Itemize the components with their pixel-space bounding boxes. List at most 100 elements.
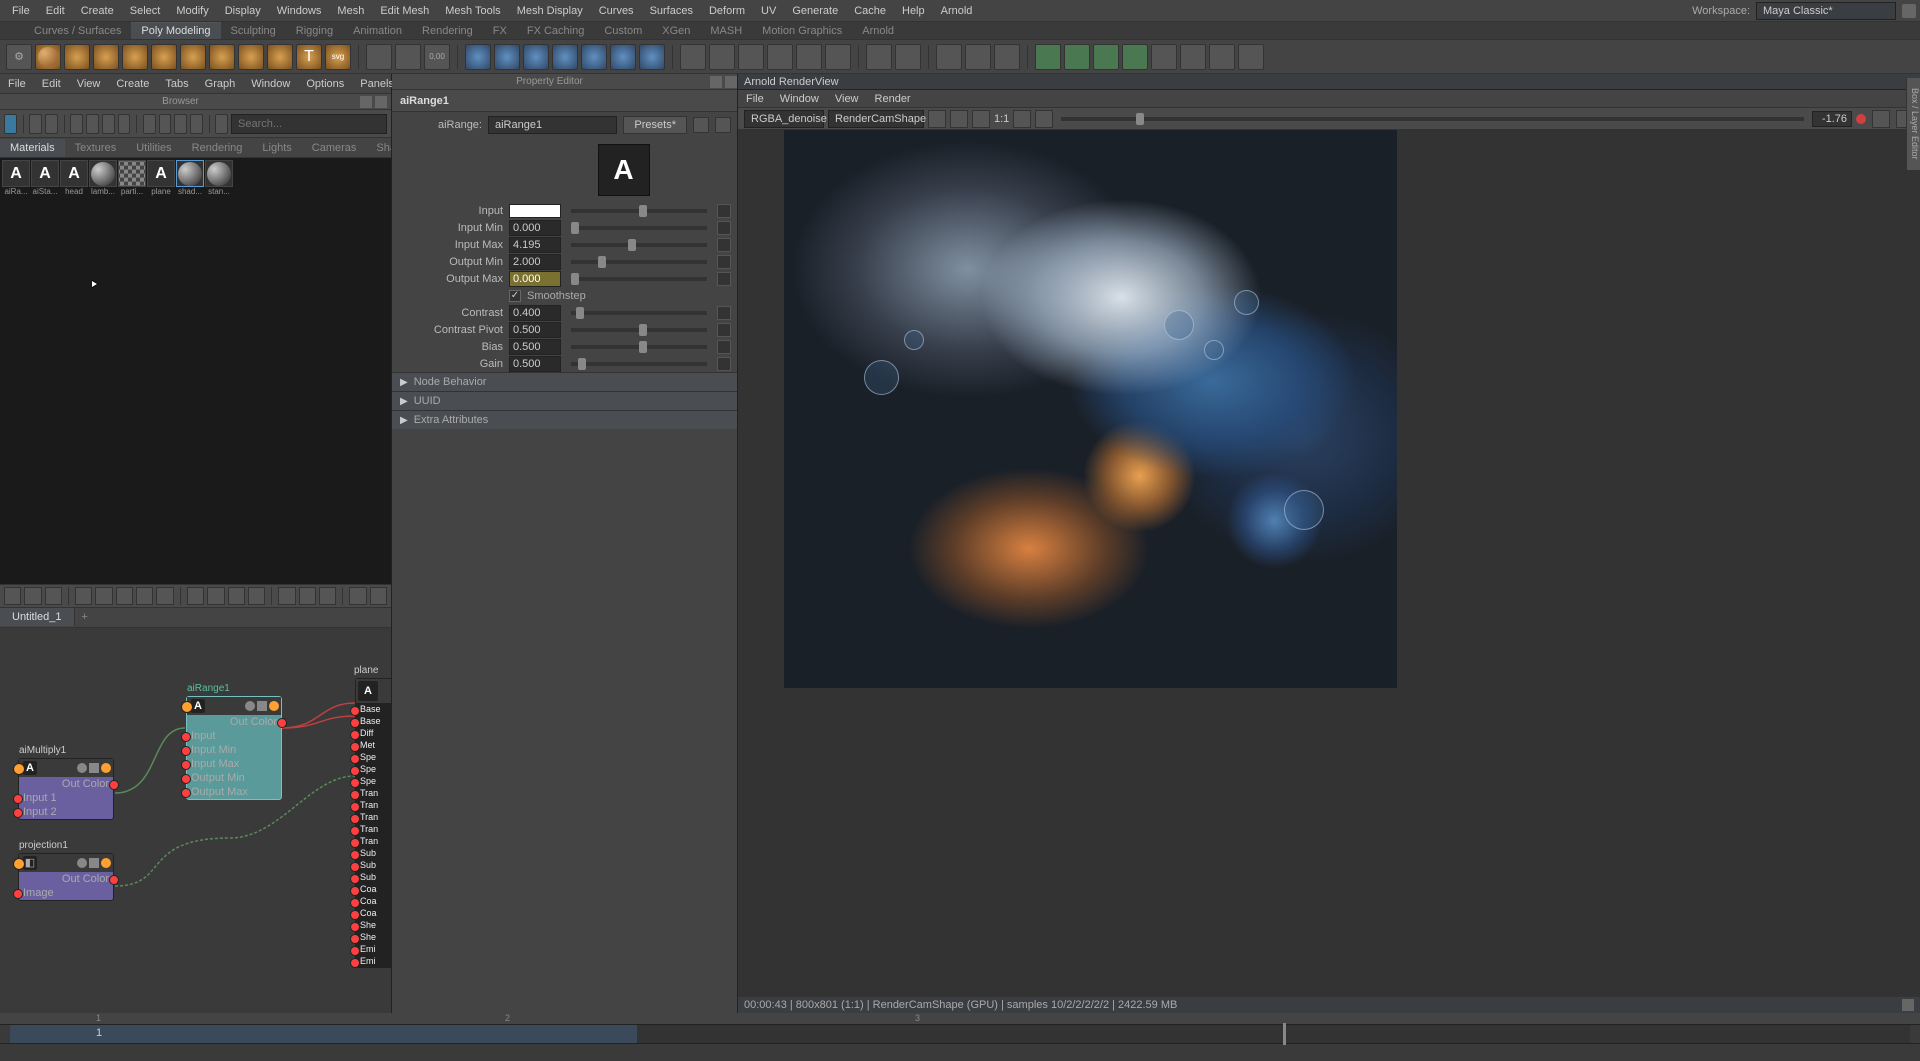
poly-plane-icon[interactable] (180, 44, 206, 70)
rv-refresh-icon[interactable] (972, 110, 990, 128)
rv-menu-window[interactable]: Window (772, 93, 827, 105)
shelf-tab-polymodeling[interactable]: Poly Modeling (131, 22, 220, 39)
browser-tab-textures[interactable]: Textures (65, 139, 127, 157)
attr-outputmin-slider[interactable] (571, 260, 707, 264)
node-port[interactable]: Tran (356, 823, 391, 835)
rv-exposure-value[interactable] (1812, 111, 1852, 127)
node-port[interactable]: Tran (356, 799, 391, 811)
poly-cylinder-icon[interactable] (93, 44, 119, 70)
shelf-bool-2[interactable] (1064, 44, 1090, 70)
menu-edit[interactable]: Edit (38, 5, 73, 17)
node-airange1[interactable]: aiRange1 A Out Color Input Input Min Inp… (186, 696, 282, 800)
attr-bias-slider[interactable] (571, 345, 707, 349)
shelf-bool-1[interactable] (1035, 44, 1061, 70)
shelf-tool-coords[interactable]: 0,00 (424, 44, 450, 70)
browser-btn-7[interactable] (143, 114, 156, 134)
rv-camera-select[interactable]: RenderCamShape (828, 110, 924, 128)
shelf-blue-4[interactable] (552, 44, 578, 70)
shelf-tab-curves[interactable]: Curves / Surfaces (24, 23, 131, 39)
prop-show-icon[interactable] (693, 117, 709, 133)
node-port-input[interactable]: Input (187, 729, 281, 743)
attr-map-icon[interactable] (717, 357, 731, 371)
nt-btn[interactable] (75, 587, 92, 605)
rv-ipr-icon[interactable] (1872, 110, 1890, 128)
poly-sphere-icon[interactable] (35, 44, 61, 70)
swatch-item[interactable]: parti... (118, 160, 146, 196)
browser-btn-2[interactable] (45, 114, 58, 134)
nt-btn[interactable] (136, 587, 153, 605)
graph-tab-add-icon[interactable]: + (75, 611, 95, 623)
attr-bias-value[interactable] (509, 339, 561, 355)
menu-surfaces[interactable]: Surfaces (642, 5, 701, 17)
node-port[interactable]: Coa (356, 883, 391, 895)
poly-disc-icon[interactable] (209, 44, 235, 70)
nt-btn[interactable] (228, 587, 245, 605)
poly-svg-icon[interactable]: svg (325, 44, 351, 70)
node-port[interactable]: Emi (356, 943, 391, 955)
shelf-bool-4[interactable] (1122, 44, 1148, 70)
nt-btn[interactable] (248, 587, 265, 605)
rv-crosshair-icon[interactable] (928, 110, 946, 128)
shelf-tab-arnold[interactable]: Arnold (852, 23, 904, 39)
swatch-item[interactable]: Aplane (147, 160, 175, 196)
attr-map-icon[interactable] (717, 238, 731, 252)
menu-display[interactable]: Display (217, 5, 269, 17)
shelf-blue-6[interactable] (610, 44, 636, 70)
shelf-tab-rigging[interactable]: Rigging (286, 23, 343, 39)
shelf-tab-fx[interactable]: FX (483, 23, 517, 39)
node-port-outcolor[interactable]: Out Color (19, 777, 113, 791)
browser-btn-1[interactable] (29, 114, 42, 134)
browser-tab-utilities[interactable]: Utilities (126, 139, 181, 157)
browser-btn-4[interactable] (86, 114, 99, 134)
workspace-select[interactable]: Maya Classic* (1756, 2, 1896, 20)
attr-gain-value[interactable] (509, 356, 561, 372)
shelf-blue-1[interactable] (465, 44, 491, 70)
node-port[interactable]: Spe (356, 751, 391, 763)
lock-icon[interactable] (1902, 4, 1916, 18)
attr-contrast-value[interactable] (509, 305, 561, 321)
shelf-mirror-6[interactable] (825, 44, 851, 70)
node-port-inputmin[interactable]: Input Min (187, 743, 281, 757)
graph-tab-untitled[interactable]: Untitled_1 (0, 608, 75, 626)
browser-btn-9[interactable] (174, 114, 187, 134)
poly-platonic-icon[interactable] (238, 44, 264, 70)
attr-map-icon[interactable] (717, 272, 731, 286)
attr-inputmin-slider[interactable] (571, 226, 707, 230)
node-port-image[interactable]: Image (19, 886, 113, 900)
node-port[interactable]: Met (356, 739, 391, 751)
shelf-blue-7[interactable] (639, 44, 665, 70)
browser-btn-11[interactable] (215, 114, 228, 134)
shelf-blue-5[interactable] (581, 44, 607, 70)
shelf-tool-2[interactable] (395, 44, 421, 70)
menu-cache[interactable]: Cache (846, 5, 894, 17)
poly-type-icon[interactable]: T (296, 44, 322, 70)
hs-menu-edit[interactable]: Edit (34, 78, 69, 90)
node-port[interactable]: Coa (356, 907, 391, 919)
swatch-item[interactable]: AaiRa... (2, 160, 30, 196)
attr-inputmax-slider[interactable] (571, 243, 707, 247)
nt-btn[interactable] (95, 587, 112, 605)
rv-save-icon[interactable] (1013, 110, 1031, 128)
shelf-smooth-2[interactable] (895, 44, 921, 70)
poly-superellipse-icon[interactable] (267, 44, 293, 70)
node-port[interactable]: Base (356, 703, 391, 715)
time-ruler[interactable]: 1 2 3 (0, 1013, 1920, 1025)
menu-generate[interactable]: Generate (784, 5, 846, 17)
shelf-bool-5[interactable] (1151, 44, 1177, 70)
nt-btn[interactable] (278, 587, 295, 605)
shelf-tab-animation[interactable]: Animation (343, 23, 412, 39)
node-port[interactable]: Emi (356, 955, 391, 967)
node-port[interactable]: Coa (356, 895, 391, 907)
hs-menu-tabs[interactable]: Tabs (157, 78, 196, 90)
shelf-toggle-icon[interactable]: ⚙ (6, 44, 32, 70)
shelf-tab-custom[interactable]: Custom (594, 23, 652, 39)
browser-btn-5[interactable] (102, 114, 115, 134)
attr-outputmin-value[interactable] (509, 254, 561, 270)
shelf-bool-8[interactable] (1238, 44, 1264, 70)
browser-tab-shadinggr[interactable]: Shading Gr (366, 139, 391, 157)
hs-menu-graph[interactable]: Graph (197, 78, 244, 90)
poly-cube-icon[interactable] (64, 44, 90, 70)
hs-menu-view[interactable]: View (69, 78, 109, 90)
nt-btn[interactable] (319, 587, 336, 605)
prop-hide-icon[interactable] (715, 117, 731, 133)
